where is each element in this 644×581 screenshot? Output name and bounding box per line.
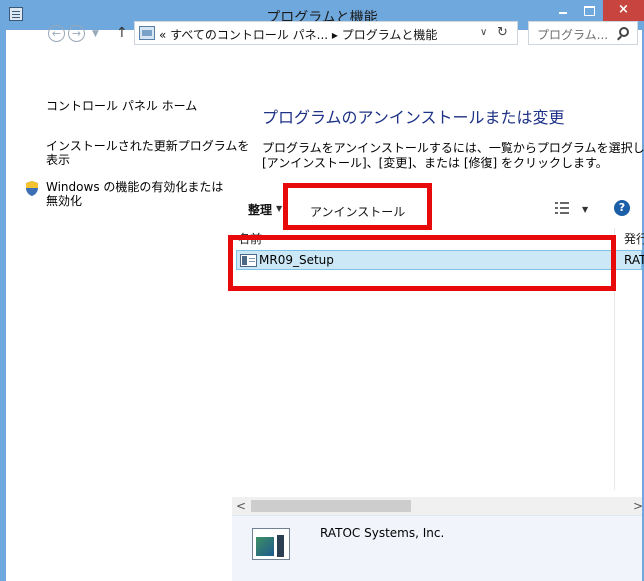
details-pane [232,515,642,581]
maximize-button[interactable] [576,0,603,21]
forward-button[interactable]: → [68,25,85,42]
scroll-right-button[interactable]: > [633,499,643,513]
description-line1: プログラムをアンインストールするには、一覧からプログラムを選択して [262,141,644,155]
address-bar[interactable]: « すべてのコントロール パネ... ▸ プログラムと機能 [134,21,518,45]
help-icon[interactable]: ? [614,200,630,216]
updates-link-line2: 表示 [46,153,71,167]
features-link-line1: Windows の機能の有効化または [46,180,224,194]
details-publisher: RATOC Systems, Inc. [320,526,445,540]
back-button[interactable]: ← [48,25,65,42]
up-button[interactable]: ↑ [116,25,128,41]
features-link-line2: 無効化 [46,194,83,208]
program-publisher[interactable]: RAT [624,253,644,267]
view-options-icon[interactable] [555,202,569,214]
selected-row-highlight-box [228,235,616,291]
refresh-button[interactable]: ↻ [497,25,508,40]
description-line2: [アンインストール]、[変更]、または [修復] をクリックします。 [262,156,608,170]
recent-locations-dropdown[interactable]: ▼ [92,29,99,39]
scroll-left-button[interactable]: < [236,499,246,513]
organize-button[interactable]: 整理 [248,201,272,218]
organize-dropdown-icon[interactable]: ▼ [276,204,282,213]
address-path[interactable]: « すべてのコントロール パネ... ▸ プログラムと機能 [159,26,437,43]
program-icon [252,528,290,560]
page-title: プログラムのアンインストールまたは変更 [262,108,565,127]
uninstall-highlight-box [283,183,432,230]
updates-link-line1: インストールされた更新プログラムを [46,139,250,153]
page-description: プログラムをアンインストールするには、一覧からプログラムを選択して [アンインス… [262,141,644,171]
minimize-button[interactable] [549,0,576,21]
search-icon[interactable] [619,27,629,37]
windows-features-link[interactable]: Windows の機能の有効化または 無効化 [46,180,223,208]
search-box[interactable]: プログラム... [528,21,638,45]
scrollbar-thumb[interactable] [251,500,411,512]
control-panel-home-link[interactable]: コントロール パネル ホーム [46,99,197,113]
shield-icon [26,181,38,196]
column-header-publisher[interactable]: 発行 [624,230,644,247]
control-panel-icon [139,26,155,40]
view-dropdown-icon[interactable]: ▼ [582,205,588,214]
close-button[interactable]: × [603,0,644,21]
search-input[interactable]: プログラム... [537,26,608,43]
address-dropdown[interactable]: ∨ [480,27,487,38]
view-installed-updates-link[interactable]: インストールされた更新プログラムを 表示 [46,139,249,167]
